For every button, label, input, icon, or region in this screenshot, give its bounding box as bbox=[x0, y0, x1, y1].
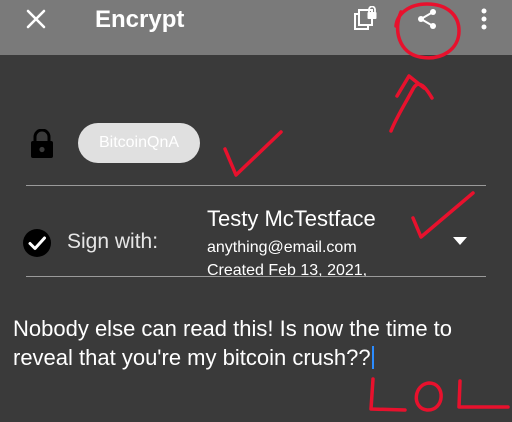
divider bbox=[26, 185, 486, 186]
check-circle-icon[interactable] bbox=[22, 228, 52, 258]
annotation-arrow-shaft bbox=[389, 82, 434, 133]
share-button[interactable] bbox=[410, 4, 444, 34]
divider bbox=[26, 276, 486, 277]
annotation-lol-O bbox=[414, 381, 443, 412]
message-text: Nobody else can read this! Is now the ti… bbox=[13, 316, 453, 370]
lock-copy-icon bbox=[354, 6, 377, 30]
signing-key-email[interactable]: anything@email.com bbox=[207, 239, 357, 257]
close-button[interactable] bbox=[18, 4, 54, 34]
annotation-check-1 bbox=[223, 130, 283, 177]
annotation-arrow-head bbox=[395, 74, 426, 98]
signing-key-name[interactable]: Testy McTestface bbox=[207, 206, 376, 232]
text-cursor bbox=[371, 346, 374, 369]
annotation-check-2 bbox=[411, 191, 475, 239]
annotation-lol-L2 bbox=[457, 379, 510, 409]
page-title: Encrypt bbox=[95, 6, 185, 33]
toolbar: Encrypt bbox=[0, 0, 512, 55]
message-text-area[interactable]: Nobody else can read this! Is now the ti… bbox=[13, 314, 503, 372]
sign-with-label: Sign with: bbox=[67, 230, 159, 253]
share-icon bbox=[418, 9, 436, 29]
overflow-menu-button[interactable] bbox=[472, 4, 496, 34]
more-vert-icon bbox=[481, 8, 487, 30]
close-icon bbox=[26, 9, 46, 29]
encrypt-copy-button[interactable] bbox=[349, 4, 383, 34]
annotation-lol-L1 bbox=[369, 377, 407, 412]
lock-icon bbox=[31, 129, 53, 158]
signing-key-created[interactable]: Created Feb 13, 2021, bbox=[207, 262, 367, 280]
dropdown-arrow-icon[interactable] bbox=[452, 236, 468, 246]
recipient-chip[interactable]: BitcoinQnA bbox=[78, 123, 200, 163]
